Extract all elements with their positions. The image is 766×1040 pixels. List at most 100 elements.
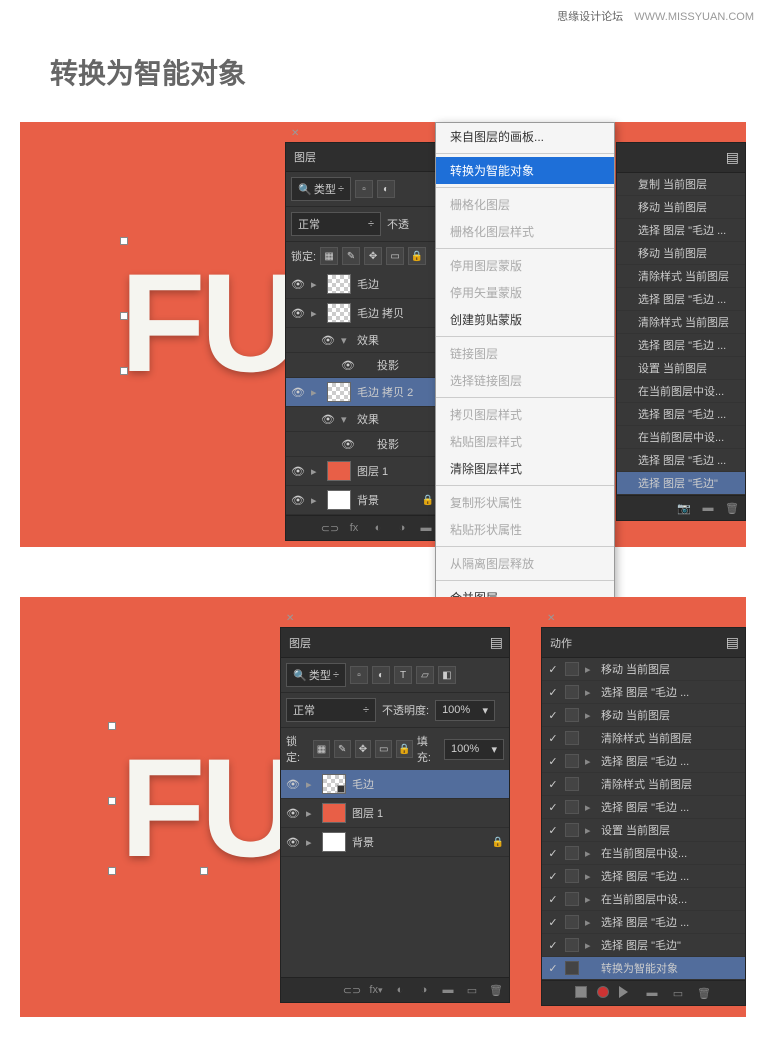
- layer-item[interactable]: 👁投影: [286, 353, 439, 378]
- check-icon[interactable]: ✓: [547, 686, 559, 699]
- lock-artboard-icon[interactable]: ▭: [375, 740, 392, 758]
- layer-item[interactable]: 👁▸毛边: [281, 770, 509, 799]
- history-item[interactable]: ✓▸选择 图层 "毛边 ...: [542, 865, 745, 888]
- check-icon[interactable]: ✓: [547, 732, 559, 745]
- layer-item[interactable]: 👁▸图层 1: [281, 799, 509, 828]
- visibility-icon[interactable]: 👁: [286, 836, 300, 849]
- history-item[interactable]: 清除样式 当前图层: [617, 311, 745, 334]
- layer-thumbnail[interactable]: [327, 382, 351, 402]
- visibility-icon[interactable]: 👁: [286, 778, 300, 791]
- menu-icon[interactable]: ▤: [490, 634, 501, 651]
- visibility-icon[interactable]: 👁: [341, 359, 355, 372]
- layer-thumbnail[interactable]: [327, 303, 351, 323]
- check-icon[interactable]: ✓: [547, 755, 559, 768]
- layer-item[interactable]: 👁▸毛边: [286, 270, 439, 299]
- layer-thumbnail[interactable]: [327, 461, 351, 481]
- selection-handle[interactable]: [108, 867, 116, 875]
- menu-item[interactable]: 来自图层的画板...: [436, 123, 614, 150]
- blend-mode-dropdown[interactable]: 正常÷: [286, 698, 376, 722]
- visibility-icon[interactable]: 👁: [291, 465, 305, 478]
- menu-item[interactable]: 创建剪贴蒙版: [436, 306, 614, 333]
- history-item[interactable]: ✓清除样式 当前图层: [542, 727, 745, 750]
- layer-thumbnail[interactable]: [322, 803, 346, 823]
- arrow-icon[interactable]: ▸: [311, 307, 321, 320]
- history-item[interactable]: 选择 图层 "毛边 ...: [617, 449, 745, 472]
- selection-handle[interactable]: [120, 367, 128, 375]
- check-icon[interactable]: ✓: [547, 939, 559, 952]
- new-icon[interactable]: ▭: [670, 986, 686, 1000]
- menu-icon[interactable]: ▤: [726, 634, 737, 651]
- lock-transparent-icon[interactable]: ▦: [320, 247, 338, 265]
- filter-icon[interactable]: ▫: [355, 180, 373, 198]
- menu-item[interactable]: 清除图层样式: [436, 455, 614, 482]
- close-icon[interactable]: ✕: [547, 613, 555, 624]
- new-icon[interactable]: ▭: [464, 983, 480, 997]
- arrow-icon[interactable]: ▸: [306, 836, 316, 849]
- history-item[interactable]: ✓▸选择 图层 "毛边 ...: [542, 796, 745, 819]
- layer-item[interactable]: 👁投影: [286, 432, 439, 457]
- history-item[interactable]: 复制 当前图层: [617, 173, 745, 196]
- layer-item[interactable]: 👁▾效果: [286, 407, 439, 432]
- lock-artboard-icon[interactable]: ▭: [386, 247, 404, 265]
- folder-icon[interactable]: ▬: [440, 983, 456, 997]
- arrow-icon[interactable]: ▸: [306, 807, 316, 820]
- selection-handle[interactable]: [120, 312, 128, 320]
- menu-icon[interactable]: ▤: [726, 149, 737, 166]
- filter-icon[interactable]: ◧: [438, 666, 456, 684]
- record-button[interactable]: [597, 986, 609, 998]
- visibility-icon[interactable]: 👁: [291, 494, 305, 507]
- close-icon[interactable]: ✕: [286, 613, 294, 624]
- menu-item[interactable]: 转换为智能对象: [436, 157, 614, 184]
- check-icon[interactable]: ✓: [547, 870, 559, 883]
- link-icon[interactable]: ⊂⊃: [344, 983, 360, 997]
- history-item[interactable]: 选择 图层 "毛边 ...: [617, 403, 745, 426]
- check-icon[interactable]: ✓: [547, 709, 559, 722]
- arrow-icon[interactable]: ▸: [311, 386, 321, 399]
- layer-item[interactable]: 👁▸毛边 拷贝: [286, 299, 439, 328]
- history-item[interactable]: 清除样式 当前图层: [617, 265, 745, 288]
- check-icon[interactable]: ✓: [547, 916, 559, 929]
- filter-icon[interactable]: ▫: [350, 666, 368, 684]
- selection-handle[interactable]: [108, 797, 116, 805]
- visibility-icon[interactable]: 👁: [291, 386, 305, 399]
- check-icon[interactable]: ✓: [547, 893, 559, 906]
- fill-input[interactable]: 100%▾: [444, 739, 504, 760]
- history-item[interactable]: 选择 图层 "毛边 ...: [617, 334, 745, 357]
- history-item[interactable]: 选择 图层 "毛边 ...: [617, 288, 745, 311]
- history-item[interactable]: ✓清除样式 当前图层: [542, 773, 745, 796]
- visibility-icon[interactable]: 👁: [321, 334, 335, 347]
- history-item[interactable]: ✓▸在当前图层中设...: [542, 842, 745, 865]
- history-item[interactable]: ✓▸在当前图层中设...: [542, 888, 745, 911]
- opacity-input[interactable]: 100%▾: [435, 700, 495, 721]
- history-item[interactable]: 在当前图层中设...: [617, 380, 745, 403]
- layer-thumbnail[interactable]: [322, 832, 346, 852]
- history-item[interactable]: 选择 图层 "毛边 ...: [617, 219, 745, 242]
- filter-icon[interactable]: ◐: [372, 666, 390, 684]
- filter-icon[interactable]: ▱: [416, 666, 434, 684]
- layer-item[interactable]: 👁▸图层 1: [286, 457, 439, 486]
- history-item[interactable]: ✓转换为智能对象: [542, 957, 745, 980]
- play-button[interactable]: [619, 986, 634, 998]
- adjustment-icon[interactable]: ◑: [394, 521, 410, 535]
- lock-transparent-icon[interactable]: ▦: [313, 740, 330, 758]
- stop-button[interactable]: [575, 986, 587, 998]
- layer-item[interactable]: 👁▸背景🔒: [281, 828, 509, 857]
- filter-icon[interactable]: T: [394, 666, 412, 684]
- check-icon[interactable]: ✓: [547, 847, 559, 860]
- visibility-icon[interactable]: 👁: [321, 413, 335, 426]
- filter-icon[interactable]: ◐: [377, 180, 395, 198]
- visibility-icon[interactable]: 👁: [291, 307, 305, 320]
- lock-move-icon[interactable]: ✥: [355, 740, 372, 758]
- new-icon[interactable]: ▬: [700, 501, 716, 515]
- lock-move-icon[interactable]: ✥: [364, 247, 382, 265]
- folder-icon[interactable]: ▬: [644, 986, 660, 1000]
- layer-item[interactable]: 👁▸毛边 拷贝 2: [286, 378, 439, 407]
- lock-all-icon[interactable]: 🔒: [408, 247, 426, 265]
- lock-brush-icon[interactable]: ✎: [334, 740, 351, 758]
- camera-icon[interactable]: 📷: [676, 501, 692, 515]
- arrow-icon[interactable]: ▸: [311, 494, 321, 507]
- visibility-icon[interactable]: 👁: [286, 807, 300, 820]
- arrow-icon[interactable]: ▸: [311, 278, 321, 291]
- trash-icon[interactable]: 🗑: [488, 983, 504, 997]
- lock-all-icon[interactable]: 🔒: [396, 740, 413, 758]
